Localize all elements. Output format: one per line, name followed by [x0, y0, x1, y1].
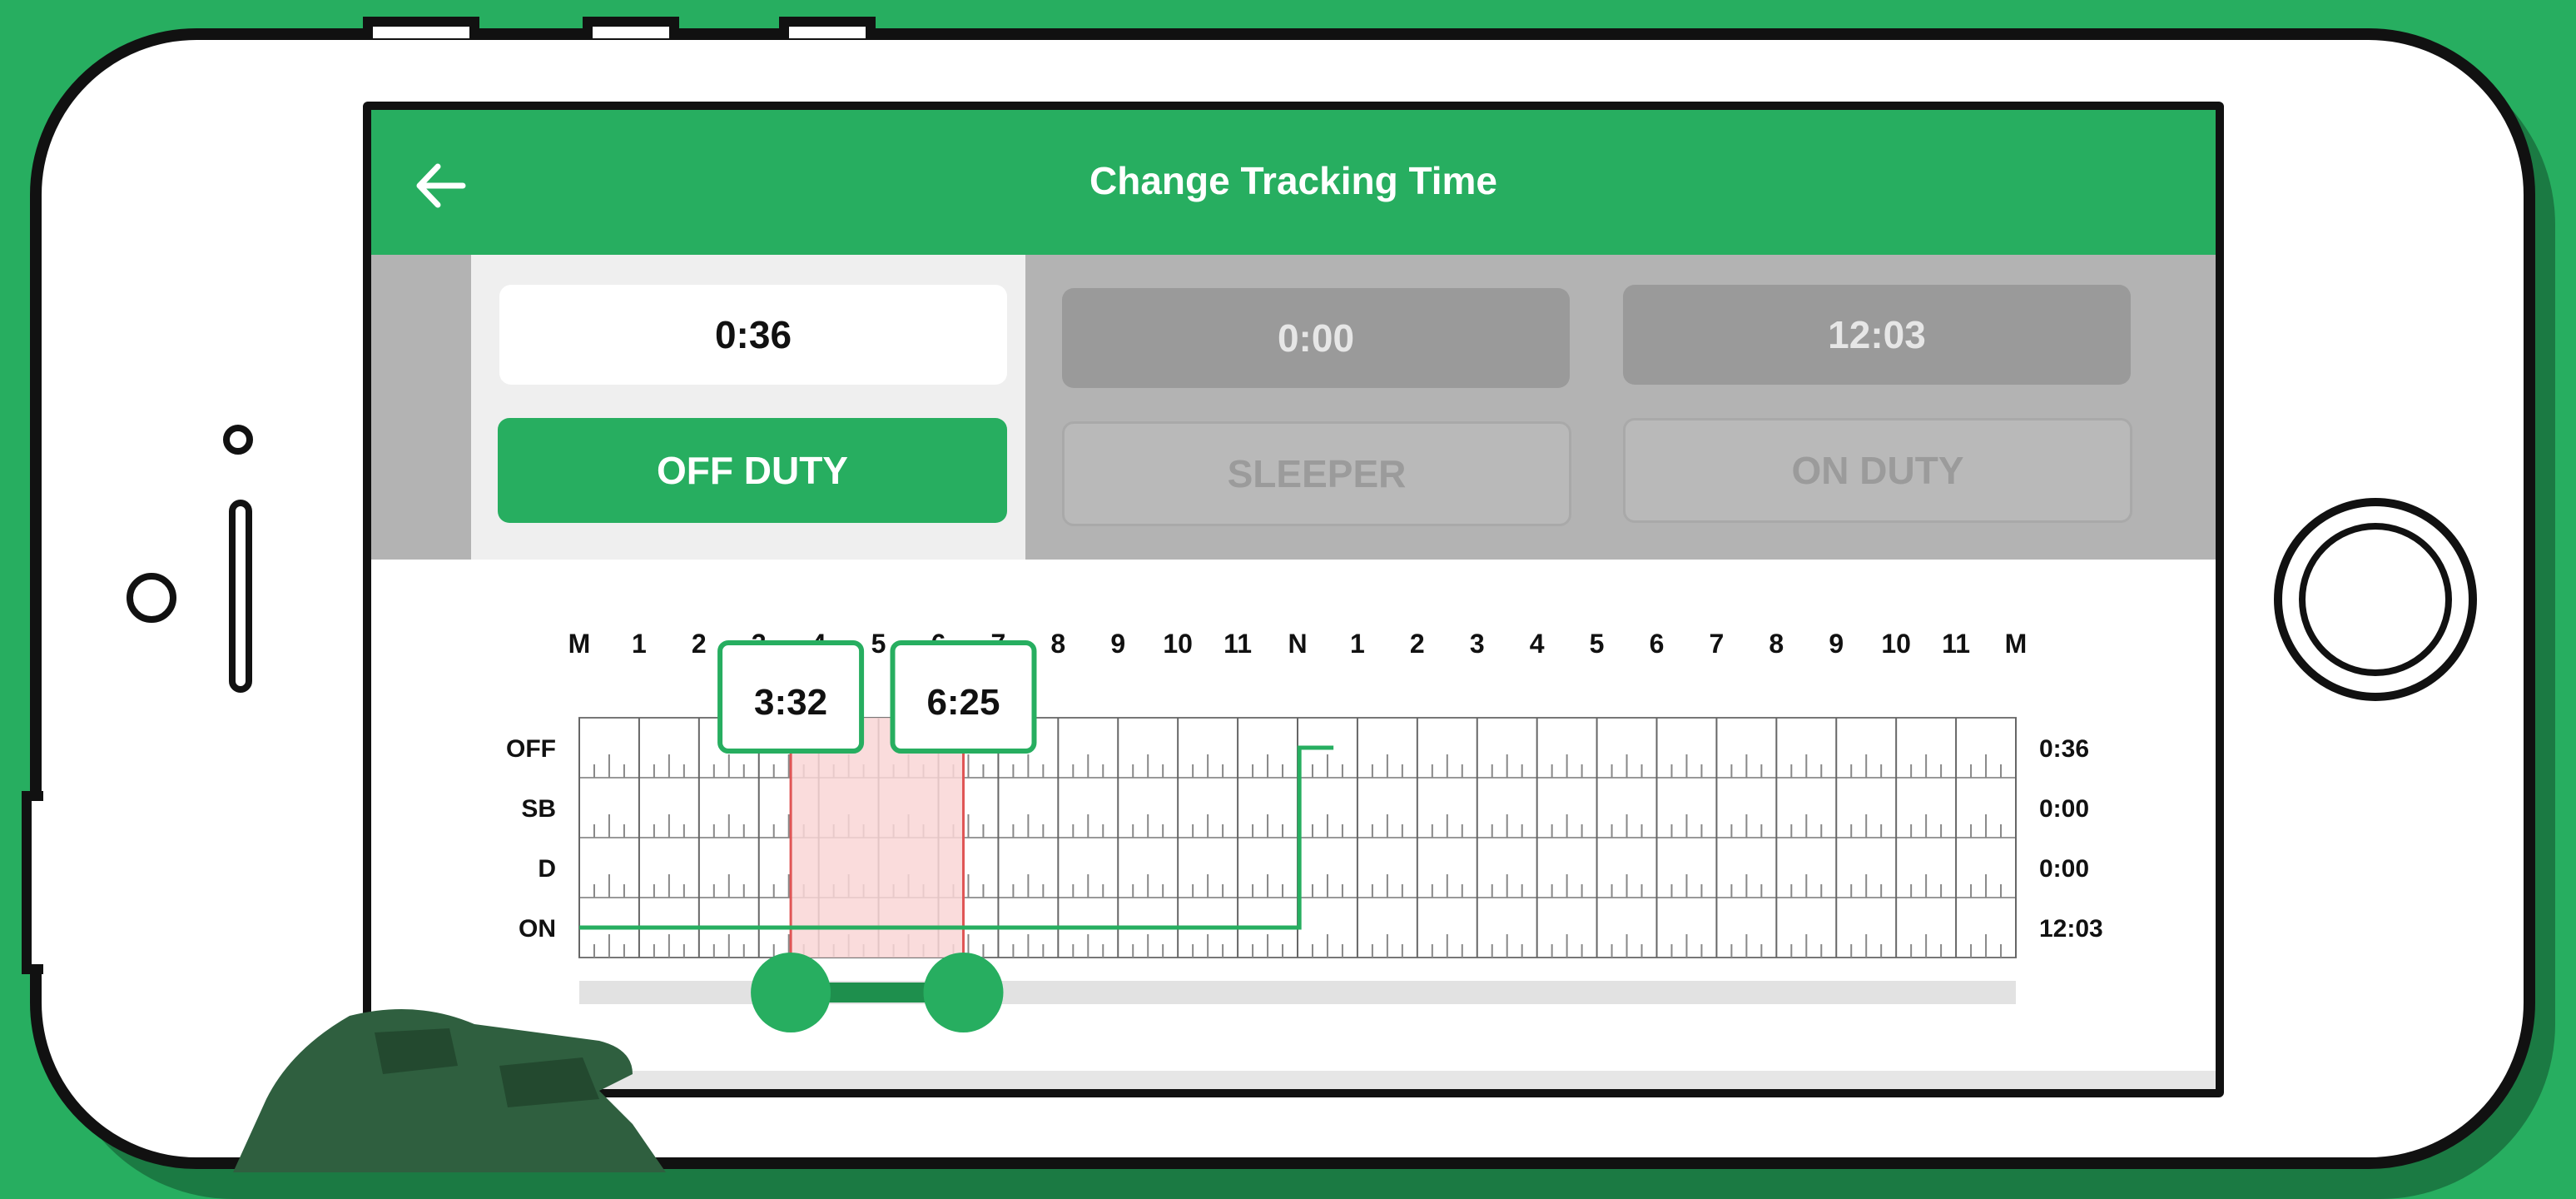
hour-label: 5 — [871, 629, 886, 659]
speaker-slot — [229, 500, 252, 693]
hour-label: 2 — [692, 629, 707, 659]
home-button[interactable] — [2274, 498, 2477, 701]
hour-label: 1 — [1350, 629, 1365, 659]
hour-label: 9 — [1829, 629, 1844, 659]
row-total: 12:03 — [2039, 915, 2103, 943]
hour-label: M — [2005, 629, 2028, 659]
hour-label: 6 — [1650, 629, 1665, 659]
row-total: 0:36 — [2039, 735, 2089, 763]
hour-label: 11 — [1223, 629, 1252, 659]
camera-icon — [223, 425, 253, 455]
hour-label: 4 — [1530, 629, 1545, 659]
phone-side-button — [22, 791, 43, 974]
hour-label: 2 — [1410, 629, 1425, 659]
phone-top-button — [583, 17, 679, 38]
hand-image — [233, 1009, 666, 1172]
hour-label: 10 — [1881, 629, 1911, 659]
row-label: SB — [521, 795, 556, 823]
row-total: 0:00 — [2039, 855, 2089, 883]
hour-label: 10 — [1163, 629, 1193, 659]
range-slider-end-handle[interactable] — [923, 953, 1004, 1032]
row-label: D — [538, 855, 556, 883]
selection-band — [791, 718, 964, 958]
range-slider-start-handle[interactable] — [751, 953, 831, 1032]
hour-label: 1 — [632, 629, 647, 659]
phone-top-button — [779, 17, 876, 38]
hour-label: 3 — [1470, 629, 1485, 659]
hour-label: M — [568, 629, 591, 659]
app-screen: Change Tracking Time 0:36 OFF DUTY 0:00 … — [363, 102, 2224, 1097]
hour-label: 8 — [1050, 629, 1065, 659]
selection-end-label: 6:25 — [926, 682, 1000, 723]
selection-start-label: 3:32 — [754, 682, 827, 723]
row-total: 0:00 — [2039, 795, 2089, 823]
hour-label: 9 — [1110, 629, 1125, 659]
hour-label: 8 — [1769, 629, 1784, 659]
row-label: ON — [519, 915, 556, 943]
sensor-icon — [127, 573, 176, 623]
hour-label: 7 — [1710, 629, 1725, 659]
hour-label: 5 — [1590, 629, 1605, 659]
phone-top-button — [363, 17, 479, 38]
row-label: OFF — [506, 735, 556, 763]
log-graph: M1234567891011N1234567891011MOFF0:36SB0:… — [506, 629, 2103, 1032]
hour-label: N — [1288, 629, 1307, 659]
hour-label: 11 — [1942, 629, 1970, 659]
